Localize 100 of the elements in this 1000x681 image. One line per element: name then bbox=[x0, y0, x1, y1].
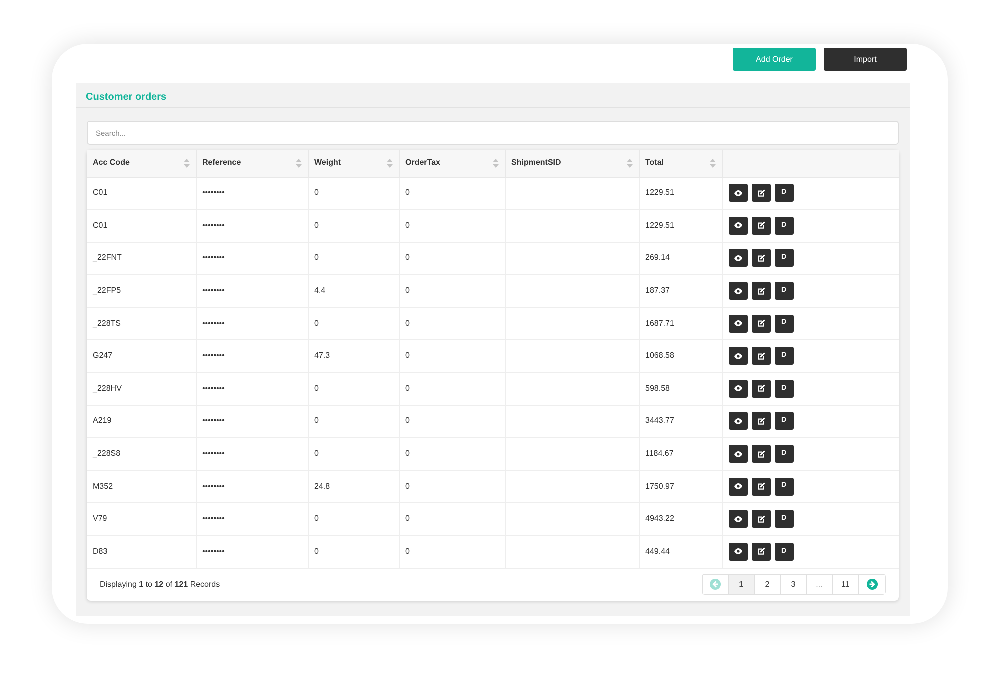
total-text: 449.44 bbox=[646, 546, 670, 556]
acc-code-text: D83 bbox=[93, 546, 108, 556]
weight-text: 47.3 bbox=[314, 351, 330, 360]
edit-icon bbox=[756, 221, 766, 230]
edit-button[interactable] bbox=[752, 445, 770, 464]
eye-icon bbox=[734, 418, 742, 425]
view-button[interactable] bbox=[728, 510, 748, 528]
eye-icon bbox=[734, 548, 742, 556]
masked-reference-text: •••••••• bbox=[202, 220, 225, 230]
acc-code-text: C01 bbox=[93, 188, 108, 198]
eye-icon bbox=[734, 483, 742, 490]
view-button[interactable] bbox=[728, 216, 748, 235]
column-header[interactable]: OrderTax bbox=[406, 157, 440, 170]
acc-code-text: M352 bbox=[93, 482, 114, 491]
edit-button[interactable] bbox=[752, 282, 770, 300]
weight-text: 24.8 bbox=[314, 482, 330, 491]
acc-code-text: _228HV bbox=[93, 384, 122, 393]
weight-text: 0 bbox=[314, 449, 319, 458]
edit-button[interactable] bbox=[752, 510, 770, 528]
view-button[interactable] bbox=[728, 184, 748, 202]
eye-icon bbox=[734, 450, 742, 458]
weight-text: 0 bbox=[314, 318, 319, 328]
masked-reference-text: •••••••• bbox=[202, 482, 225, 491]
view-button[interactable] bbox=[728, 542, 748, 561]
edit-icon bbox=[756, 547, 766, 556]
order-tax-text: 0 bbox=[406, 188, 410, 198]
order-tax-text: 0 bbox=[406, 286, 410, 296]
column-header[interactable]: Weight bbox=[314, 157, 342, 170]
acc-code-text: A219 bbox=[93, 416, 112, 426]
edit-icon bbox=[756, 188, 766, 198]
order-tax-text: 0 bbox=[406, 351, 410, 360]
weight-text: 4.4 bbox=[314, 286, 326, 296]
edit-button[interactable] bbox=[752, 380, 770, 398]
weight-text: 0 bbox=[314, 253, 319, 262]
eye-icon bbox=[734, 254, 742, 262]
edit-icon bbox=[756, 286, 766, 296]
edit-icon bbox=[756, 416, 766, 426]
masked-reference-text: •••••••• bbox=[202, 449, 225, 458]
edit-button[interactable] bbox=[752, 314, 770, 333]
edit-icon bbox=[756, 384, 766, 394]
edit-icon bbox=[756, 514, 766, 524]
acc-code-text: _228TS bbox=[93, 318, 122, 328]
acc-code-text: G247 bbox=[93, 351, 113, 360]
view-button[interactable] bbox=[728, 249, 748, 268]
view-button[interactable] bbox=[728, 445, 748, 464]
total-text: 1068.58 bbox=[646, 351, 674, 360]
edit-button[interactable] bbox=[752, 249, 770, 268]
acc-code-text: V79 bbox=[93, 514, 108, 524]
masked-reference-text: •••••••• bbox=[202, 318, 225, 328]
weight-text: 0 bbox=[314, 546, 319, 556]
column-header[interactable]: ShipmentSID bbox=[512, 157, 562, 170]
total-text: 1687.71 bbox=[646, 318, 674, 328]
edit-icon bbox=[756, 254, 766, 263]
eye-icon bbox=[734, 385, 742, 392]
total-text: 598.58 bbox=[646, 384, 670, 393]
eye-icon bbox=[734, 516, 742, 523]
view-button[interactable] bbox=[728, 282, 748, 300]
acc-code-text: _22FNT bbox=[93, 253, 122, 262]
order-tax-text: 0 bbox=[406, 253, 410, 262]
masked-reference-text: •••••••• bbox=[202, 416, 225, 426]
total-text: 4943.22 bbox=[646, 514, 674, 524]
edit-button[interactable] bbox=[752, 216, 770, 235]
eye-icon bbox=[734, 222, 742, 230]
order-tax-text: 0 bbox=[406, 482, 410, 491]
view-button[interactable] bbox=[728, 347, 748, 366]
column-header[interactable]: Acc Code bbox=[93, 157, 130, 170]
order-tax-text: 0 bbox=[406, 514, 410, 524]
edit-button[interactable] bbox=[752, 478, 770, 496]
eye-icon bbox=[734, 190, 742, 197]
masked-reference-text: •••••••• bbox=[202, 253, 225, 262]
eye-icon bbox=[734, 320, 742, 328]
order-tax-text: 0 bbox=[406, 220, 410, 230]
page-button[interactable]: 1 bbox=[729, 575, 755, 594]
masked-reference-text: •••••••• bbox=[202, 286, 225, 296]
view-button[interactable] bbox=[728, 314, 748, 333]
edit-icon bbox=[756, 319, 766, 328]
total-text: 1229.51 bbox=[646, 188, 674, 198]
masked-reference-text: •••••••• bbox=[202, 384, 225, 393]
records-summary: Displaying 1 to 12 of 121 Records bbox=[100, 578, 220, 591]
column-header[interactable]: Total bbox=[646, 157, 664, 170]
acc-code-text: _228S8 bbox=[93, 449, 121, 458]
view-button[interactable] bbox=[728, 412, 748, 430]
import-button[interactable]: Import bbox=[824, 48, 907, 71]
order-tax-text: 0 bbox=[406, 546, 410, 556]
weight-text: 0 bbox=[314, 220, 319, 230]
weight-text: 0 bbox=[314, 384, 319, 393]
weight-text: 0 bbox=[314, 188, 319, 198]
masked-reference-text: •••••••• bbox=[202, 546, 225, 556]
view-button[interactable] bbox=[728, 380, 748, 398]
edit-icon bbox=[756, 450, 766, 459]
edit-button[interactable] bbox=[752, 347, 770, 366]
masked-reference-text: •••••••• bbox=[202, 514, 225, 524]
order-tax-text: 0 bbox=[406, 384, 410, 393]
total-text: 1750.97 bbox=[646, 482, 674, 491]
edit-button[interactable] bbox=[752, 184, 770, 202]
eye-icon bbox=[734, 288, 742, 295]
edit-button[interactable] bbox=[752, 412, 770, 430]
view-button[interactable] bbox=[728, 478, 748, 496]
column-header[interactable]: Reference bbox=[202, 157, 242, 170]
edit-button[interactable] bbox=[752, 542, 770, 561]
